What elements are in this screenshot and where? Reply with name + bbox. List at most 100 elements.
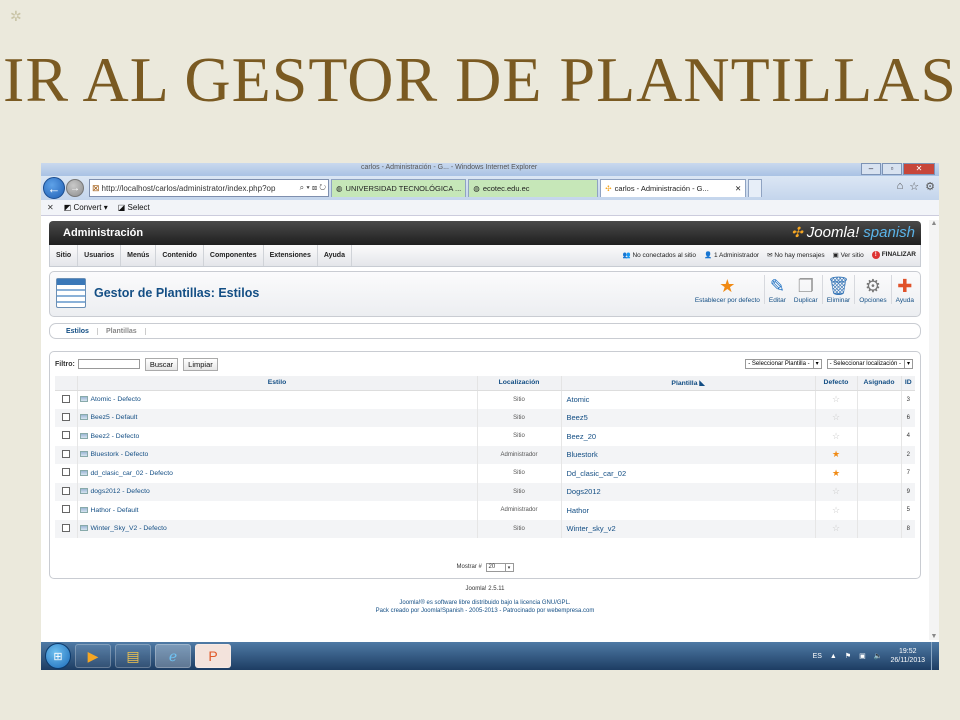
template-link[interactable]: Dogs2012: [561, 482, 816, 501]
template-link[interactable]: Beez5: [561, 408, 816, 427]
back-icon[interactable]: ←: [43, 177, 65, 199]
row-checkbox[interactable]: [61, 412, 70, 421]
messages-link[interactable]: ✉ No hay mensajes: [767, 251, 825, 259]
default-star-icon[interactable]: ★: [815, 445, 858, 464]
star-icon: ★: [719, 276, 736, 296]
id-cell: 8: [901, 519, 915, 538]
style-link[interactable]: Winter_Sky_V2 - Defecto: [91, 525, 167, 532]
flag-icon[interactable]: ⚑: [845, 652, 851, 660]
style-link[interactable]: Beez5 - Default: [91, 414, 138, 421]
row-checkbox[interactable]: [61, 523, 70, 532]
sort-icon: ◣: [699, 379, 705, 387]
logout-link[interactable]: ! FINALIZAR: [871, 251, 916, 259]
forward-icon[interactable]: →: [66, 179, 84, 197]
options-button[interactable]: ⚙ Opciones: [854, 275, 890, 304]
menu-contenido[interactable]: Contenido: [156, 245, 204, 266]
address-actions-icon[interactable]: ⌕ ▾ ⊠ ↻: [300, 183, 328, 193]
close-bar-icon[interactable]: ✕: [47, 203, 54, 212]
slide-title: IR AL GESTOR DE PLANTILLAS: [3, 44, 957, 115]
internet-explorer-icon[interactable]: ℯ: [155, 644, 191, 668]
view-site-link[interactable]: ▣ Ver sitio: [833, 251, 864, 259]
template-link[interactable]: Hathor: [561, 501, 816, 520]
row-checkbox[interactable]: [61, 486, 70, 495]
maximize-icon[interactable]: ▫: [882, 163, 902, 175]
help-button[interactable]: ✚ Ayuda: [890, 275, 918, 304]
tab-universidad[interactable]: ◍ UNIVERSIDAD TECNOLÓGICA ...: [331, 179, 467, 197]
template-link[interactable]: Atomic: [561, 390, 816, 409]
search-button[interactable]: Buscar: [144, 357, 179, 371]
col-style[interactable]: Estilo: [77, 376, 478, 391]
col-default[interactable]: Defecto: [815, 376, 858, 391]
volume-icon[interactable]: 🔈: [874, 652, 883, 660]
network-icon[interactable]: ▣: [859, 652, 866, 660]
convert-button[interactable]: ◩ Convert ▾: [64, 203, 108, 212]
menu-extensiones[interactable]: Extensiones: [264, 245, 318, 266]
template-link[interactable]: Beez_20: [561, 427, 816, 446]
template-link[interactable]: Dd_clasic_car_02: [561, 464, 816, 483]
language-indicator[interactable]: ES: [813, 653, 822, 660]
menu-usuarios[interactable]: Usuarios: [78, 245, 122, 266]
media-player-icon[interactable]: ▶: [75, 644, 111, 668]
row-checkbox[interactable]: [61, 449, 70, 458]
select-button[interactable]: ◪ Select: [118, 203, 150, 212]
close-icon[interactable]: ✕: [903, 163, 935, 175]
row-checkbox[interactable]: [61, 505, 70, 514]
chevron-down-icon: ▾: [812, 360, 819, 368]
tab-plantillas[interactable]: Plantillas: [98, 327, 146, 335]
menu-sitio[interactable]: Sitio: [50, 245, 79, 266]
tab-estilos[interactable]: Estilos: [58, 327, 98, 335]
filter-input[interactable]: [77, 359, 140, 369]
style-link[interactable]: Hathor - Default: [91, 507, 139, 514]
default-star-icon[interactable]: ★: [815, 464, 858, 483]
tray-expand-icon[interactable]: ▲: [830, 653, 837, 660]
style-link[interactable]: dd_clasic_car_02 - Defecto: [91, 470, 173, 477]
col-assigned[interactable]: Asignado: [857, 376, 902, 391]
template-select[interactable]: - Seleccionar Plantilla - ▾: [745, 359, 822, 369]
new-tab-button[interactable]: [748, 179, 763, 197]
row-checkbox[interactable]: [61, 394, 70, 403]
tab-ecotec[interactable]: ◍ ecotec.edu.ec: [468, 179, 599, 197]
template-link[interactable]: Winter_sky_v2: [561, 519, 816, 538]
license-text[interactable]: Joomla!® es software libre distribuido b…: [49, 599, 921, 607]
row-checkbox[interactable]: [61, 431, 70, 440]
clear-button[interactable]: Limpiar: [183, 357, 218, 371]
tab-carlos-admin[interactable]: ✣ carlos - Administración - G... ✕: [600, 179, 747, 197]
col-template[interactable]: Plantilla ◣: [561, 376, 816, 391]
edit-button[interactable]: ✎ Editar: [763, 275, 790, 304]
template-link[interactable]: Bluestork: [561, 445, 816, 464]
menu-ayuda[interactable]: Ayuda: [318, 245, 352, 266]
col-location[interactable]: Localización: [477, 376, 562, 391]
style-link[interactable]: Bluestork - Defecto: [91, 451, 149, 458]
tab-close-icon[interactable]: ✕: [735, 184, 741, 193]
duplicate-button[interactable]: ❐ Duplicar: [790, 275, 822, 304]
star-outline-icon[interactable]: ☆: [815, 482, 858, 501]
star-outline-icon[interactable]: ☆: [815, 408, 858, 427]
home-icon[interactable]: ⌂: [897, 180, 904, 193]
show-desktop-button[interactable]: [931, 642, 939, 670]
location-select[interactable]: - Seleccionar localización - ▾: [826, 359, 913, 369]
star-outline-icon[interactable]: ☆: [815, 427, 858, 446]
limit-select[interactable]: 20 ▾: [485, 563, 514, 572]
address-bar[interactable]: ⊠ http://localhost/carlos/administrator/…: [89, 179, 329, 197]
col-id[interactable]: ID: [901, 376, 915, 391]
row-checkbox[interactable]: [61, 468, 70, 477]
style-link[interactable]: Atomic - Defecto: [91, 396, 141, 403]
style-link[interactable]: Beez2 - Defecto: [91, 433, 140, 440]
set-default-button[interactable]: ★ Establecer por defecto: [691, 275, 764, 304]
style-link[interactable]: dogs2012 - Defecto: [91, 488, 150, 495]
menu-menus[interactable]: Menús: [121, 245, 157, 266]
powerpoint-icon[interactable]: P: [195, 644, 231, 668]
star-outline-icon[interactable]: ☆: [815, 390, 858, 409]
delete-button[interactable]: 🗑 Eliminar: [821, 275, 854, 304]
page-scrollbar[interactable]: ▲ ▼: [929, 220, 939, 640]
star-outline-icon[interactable]: ☆: [815, 519, 858, 538]
clock[interactable]: 19:52 26/11/2013: [890, 647, 925, 665]
settings-gear-icon[interactable]: ⚙: [925, 180, 935, 193]
credits-text[interactable]: Pack creado por Joomla!Spanish - 2005-20…: [49, 607, 921, 615]
start-button[interactable]: ⊞: [45, 643, 71, 669]
minimize-icon[interactable]: –: [861, 163, 881, 175]
explorer-folder-icon[interactable]: ▤: [115, 644, 151, 668]
favorites-icon[interactable]: ☆: [909, 180, 919, 193]
star-outline-icon[interactable]: ☆: [815, 501, 858, 520]
menu-componentes[interactable]: Componentes: [204, 245, 264, 266]
